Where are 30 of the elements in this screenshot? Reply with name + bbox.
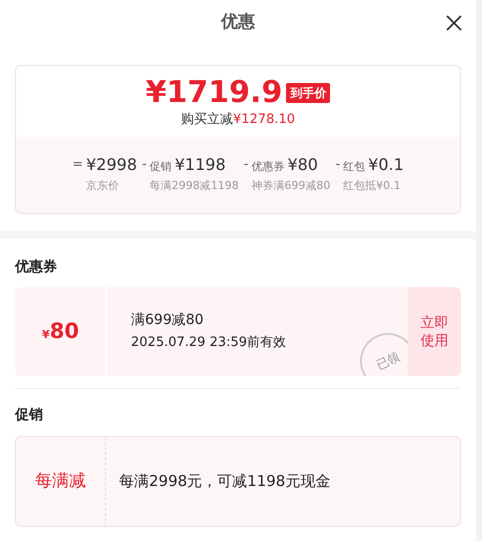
operator-sign: - — [335, 156, 340, 174]
saving-label: 购买立减 — [180, 112, 233, 127]
operator-sign: - — [142, 156, 147, 174]
use-now-button[interactable]: 立即使用 — [408, 287, 461, 376]
breakdown-note: 红包抵¥0.1 — [343, 178, 401, 194]
breakdown-amount: ¥2998 — [86, 154, 138, 176]
promotion-description: 每满2998元，可减1198元现金 — [119, 471, 330, 492]
close-icon — [444, 13, 464, 33]
operator-sign: = — [72, 156, 84, 174]
breakdown-note: 神券满699减80 — [251, 178, 330, 194]
breakdown-note: 每满2998减1198 — [150, 178, 239, 194]
promotion-tag: 每满减 — [35, 468, 86, 494]
coupon-value: ¥80 — [42, 318, 79, 345]
breakdown-label: 优惠券 — [251, 159, 284, 175]
section-heading: 促销 — [15, 406, 44, 425]
operator-sign: - — [244, 156, 248, 174]
breakdown-label: 促销 — [150, 159, 172, 175]
coupon-validity: 2025.07.29 23:59前有效 — [131, 334, 288, 352]
saving-amount: ¥1278.10 — [232, 112, 296, 127]
breakdown-amount: ¥80 — [287, 154, 318, 176]
section-heading: 优惠券 — [15, 258, 58, 277]
breakdown-amount: ¥1198 — [174, 154, 226, 176]
panel-title: 优惠 — [221, 11, 255, 34]
final-price: ¥1719.9 — [146, 76, 282, 110]
close-button[interactable] — [444, 13, 464, 33]
breakdown-label: 红包 — [343, 159, 366, 175]
breakdown-note: 京东价 — [86, 178, 120, 194]
breakdown-amount: ¥0.1 — [368, 154, 404, 176]
coupon-condition: 满699减80 — [131, 311, 205, 330]
final-price-tag: 到手价 — [286, 83, 330, 103]
